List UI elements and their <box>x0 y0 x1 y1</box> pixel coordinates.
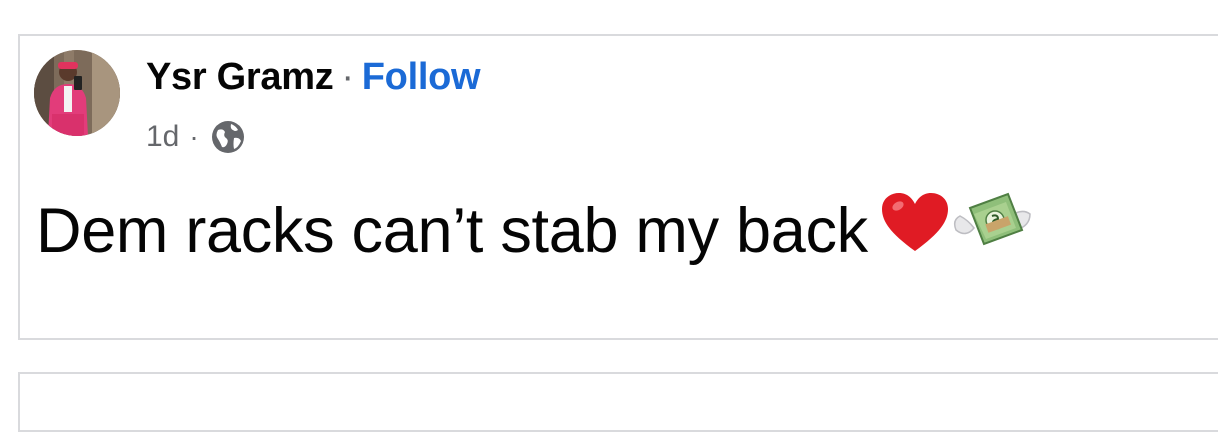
author-line: Ysr Gramz · Follow <box>146 56 481 99</box>
post-text: Dem racks can’t stab my back <box>36 190 1032 271</box>
red-heart-emoji <box>881 193 948 268</box>
meta-separator: · <box>189 121 199 152</box>
author-name[interactable]: Ysr Gramz <box>146 56 334 98</box>
next-post-card <box>18 372 1218 432</box>
globe-icon <box>209 118 247 156</box>
post-body: Dem racks can’t stab my back <box>36 195 868 266</box>
post-meta: 1d · <box>146 118 247 156</box>
avatar[interactable] <box>34 50 120 136</box>
author-separator: · <box>341 56 354 98</box>
follow-button[interactable]: Follow <box>362 56 481 98</box>
post-timestamp[interactable]: 1d <box>146 120 179 154</box>
money-with-wings-emoji <box>952 190 1032 271</box>
